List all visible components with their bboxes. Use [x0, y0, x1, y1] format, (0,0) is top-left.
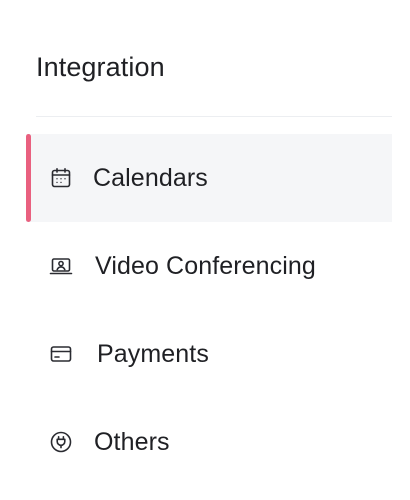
video-conferencing-icon: [48, 253, 74, 279]
menu-item-calendars[interactable]: Calendars: [26, 134, 392, 222]
integration-settings-panel: Integration Calendars Video Conferencing…: [0, 0, 392, 500]
plug-icon: [48, 429, 74, 455]
integration-menu: Calendars Video Conferencing Payments Ot…: [26, 134, 392, 486]
menu-item-label: Others: [94, 428, 170, 456]
menu-item-label: Payments: [97, 340, 209, 368]
calendar-icon: [48, 165, 74, 191]
menu-item-video-conferencing[interactable]: Video Conferencing: [26, 222, 392, 310]
menu-item-payments[interactable]: Payments: [26, 310, 392, 398]
title-divider: [36, 116, 392, 117]
menu-item-others[interactable]: Others: [26, 398, 392, 486]
menu-item-label: Video Conferencing: [95, 252, 316, 280]
menu-item-label: Calendars: [93, 164, 208, 192]
credit-card-icon: [48, 341, 74, 367]
page-title: Integration: [36, 52, 165, 82]
